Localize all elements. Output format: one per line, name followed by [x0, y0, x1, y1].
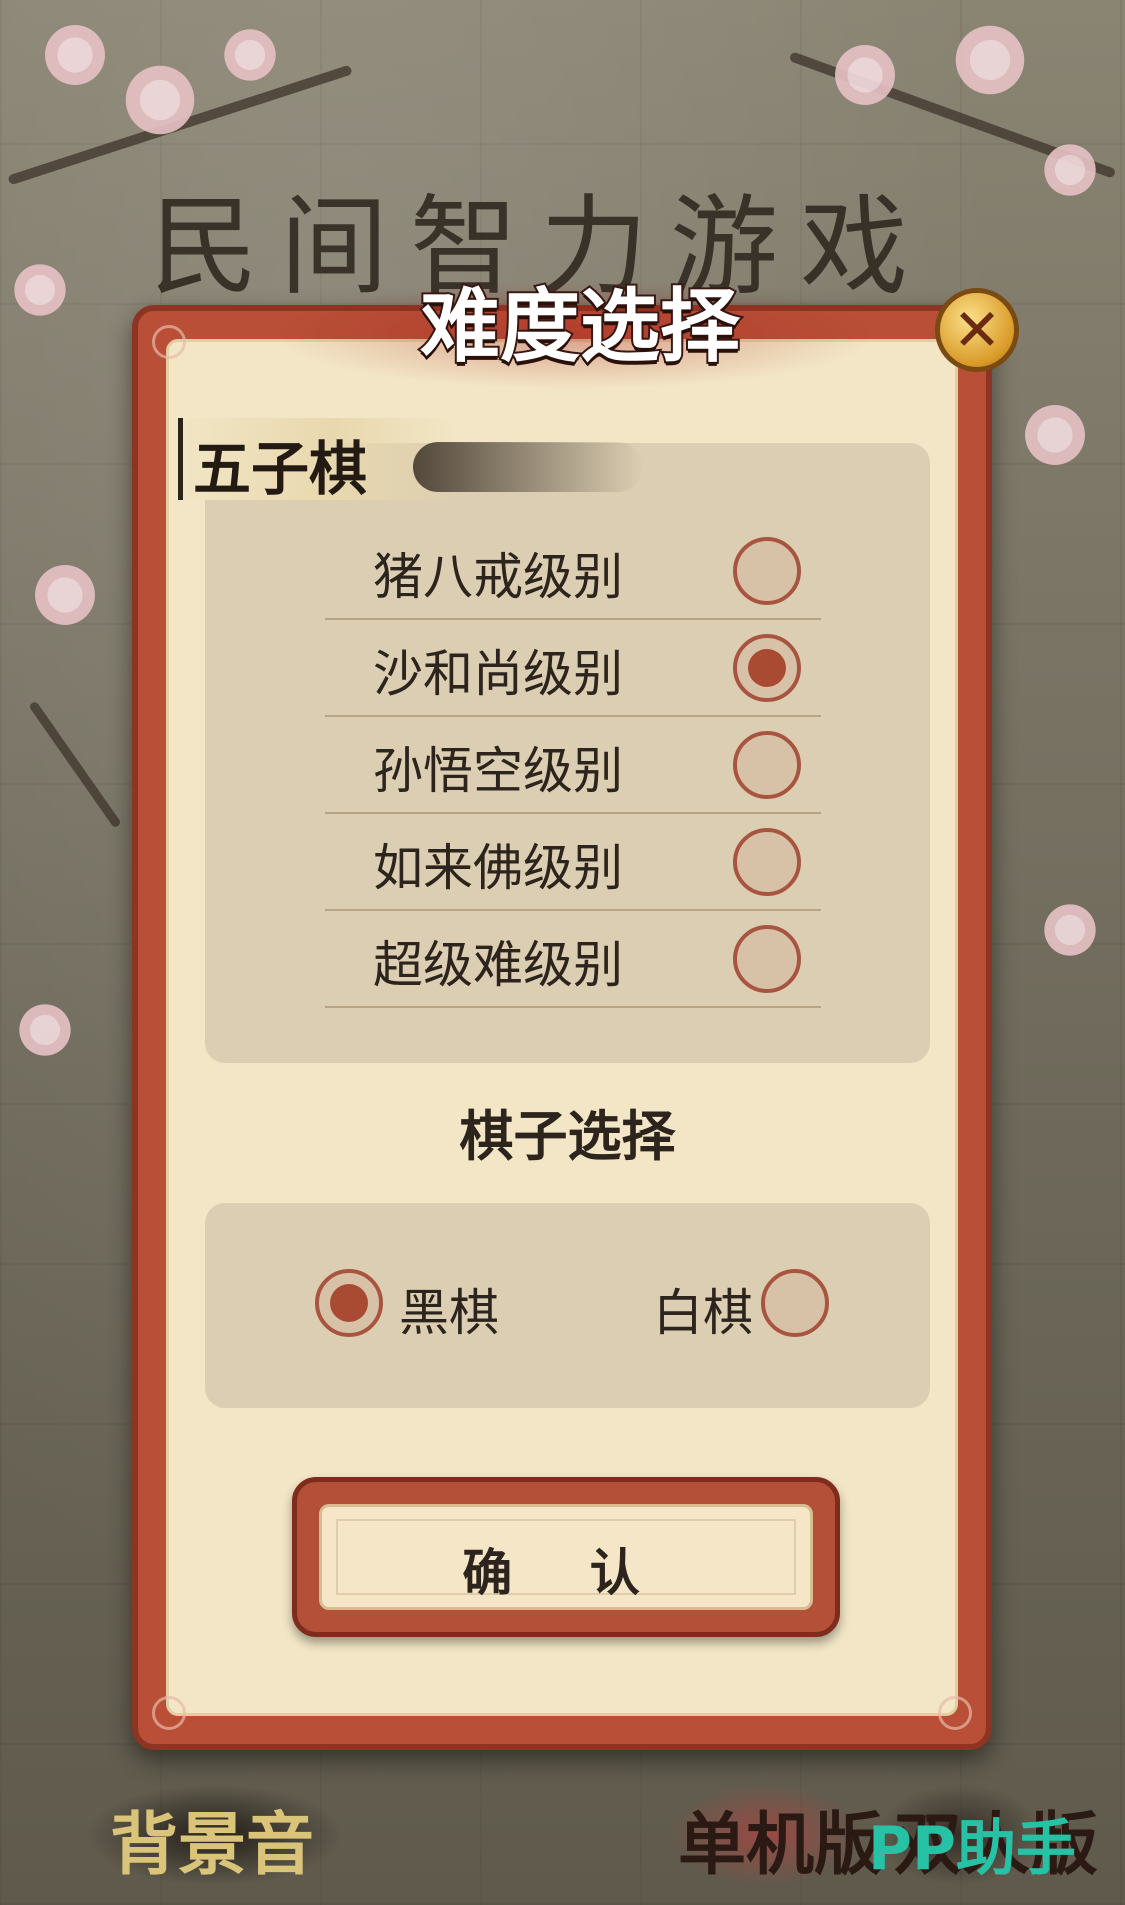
blossom-decoration	[120, 60, 200, 140]
piece-section-title: 棋子选择	[459, 1105, 676, 1168]
confirm-button-face: 确 认	[319, 1504, 813, 1610]
piece-panel: 黑棋 白棋	[205, 1203, 930, 1408]
piece-label: 白棋	[653, 1284, 753, 1342]
difficulty-radio[interactable]	[733, 925, 801, 993]
difficulty-radio-selected[interactable]	[733, 634, 801, 702]
blossom-decoration	[1020, 400, 1090, 470]
piece-option-black[interactable]: 黑棋	[315, 1267, 515, 1342]
difficulty-radio[interactable]	[733, 828, 801, 896]
blossom-decoration	[950, 20, 1030, 100]
corner-ornament	[152, 325, 186, 359]
blossom-decoration	[830, 40, 900, 110]
piece-label: 黑棋	[399, 1284, 499, 1342]
confirm-button[interactable]: 确 认	[292, 1477, 840, 1637]
difficulty-option-row[interactable]: 沙和尚级别	[325, 620, 821, 717]
corner-ornament	[938, 1696, 972, 1730]
blossom-decoration	[10, 260, 70, 320]
close-button[interactable]: ✕	[935, 288, 1019, 372]
piece-option-white[interactable]: 白棋	[653, 1267, 853, 1342]
blossom-decoration	[40, 20, 110, 90]
difficulty-label: 沙和尚级别	[373, 645, 623, 703]
difficulty-radio[interactable]	[733, 731, 801, 799]
difficulty-option-row[interactable]: 超级难级别	[325, 911, 821, 1008]
game-name-badge: 五子棋	[178, 418, 643, 503]
corner-ornament	[152, 1696, 186, 1730]
difficulty-panel: 猪八戒级别 沙和尚级别 孙悟空级别 如来佛级别 超级难级别	[205, 443, 930, 1063]
single-player-button[interactable]: 单机版	[670, 1785, 882, 1885]
dialog-title: 难度选择	[418, 277, 742, 375]
blossom-decoration	[220, 25, 280, 85]
blossom-decoration	[30, 560, 100, 630]
difficulty-radio[interactable]	[733, 537, 801, 605]
confirm-label: 确 认	[462, 1544, 670, 1602]
difficulty-option-row[interactable]: 孙悟空级别	[325, 717, 821, 814]
background-music-button[interactable]: 背景音	[90, 1785, 340, 1885]
difficulty-label: 孙悟空级别	[373, 742, 623, 800]
ink-stroke-decoration	[413, 442, 643, 492]
difficulty-option-row[interactable]: 如来佛级别	[325, 814, 821, 911]
watermark: PP助手	[868, 1814, 1076, 1884]
difficulty-label: 猪八戒级别	[373, 548, 623, 606]
difficulty-option-row[interactable]: 猪八戒级别	[325, 523, 821, 620]
piece-radio-selected[interactable]	[315, 1269, 383, 1337]
difficulty-label: 如来佛级别	[373, 839, 623, 897]
blossom-decoration	[1040, 140, 1100, 200]
game-name: 五子棋	[193, 435, 368, 503]
blossom-decoration	[15, 1000, 75, 1060]
difficulty-label: 超级难级别	[373, 936, 623, 994]
close-icon: ✕	[952, 296, 1002, 364]
piece-radio[interactable]	[761, 1269, 829, 1337]
blossom-decoration	[1040, 900, 1100, 960]
